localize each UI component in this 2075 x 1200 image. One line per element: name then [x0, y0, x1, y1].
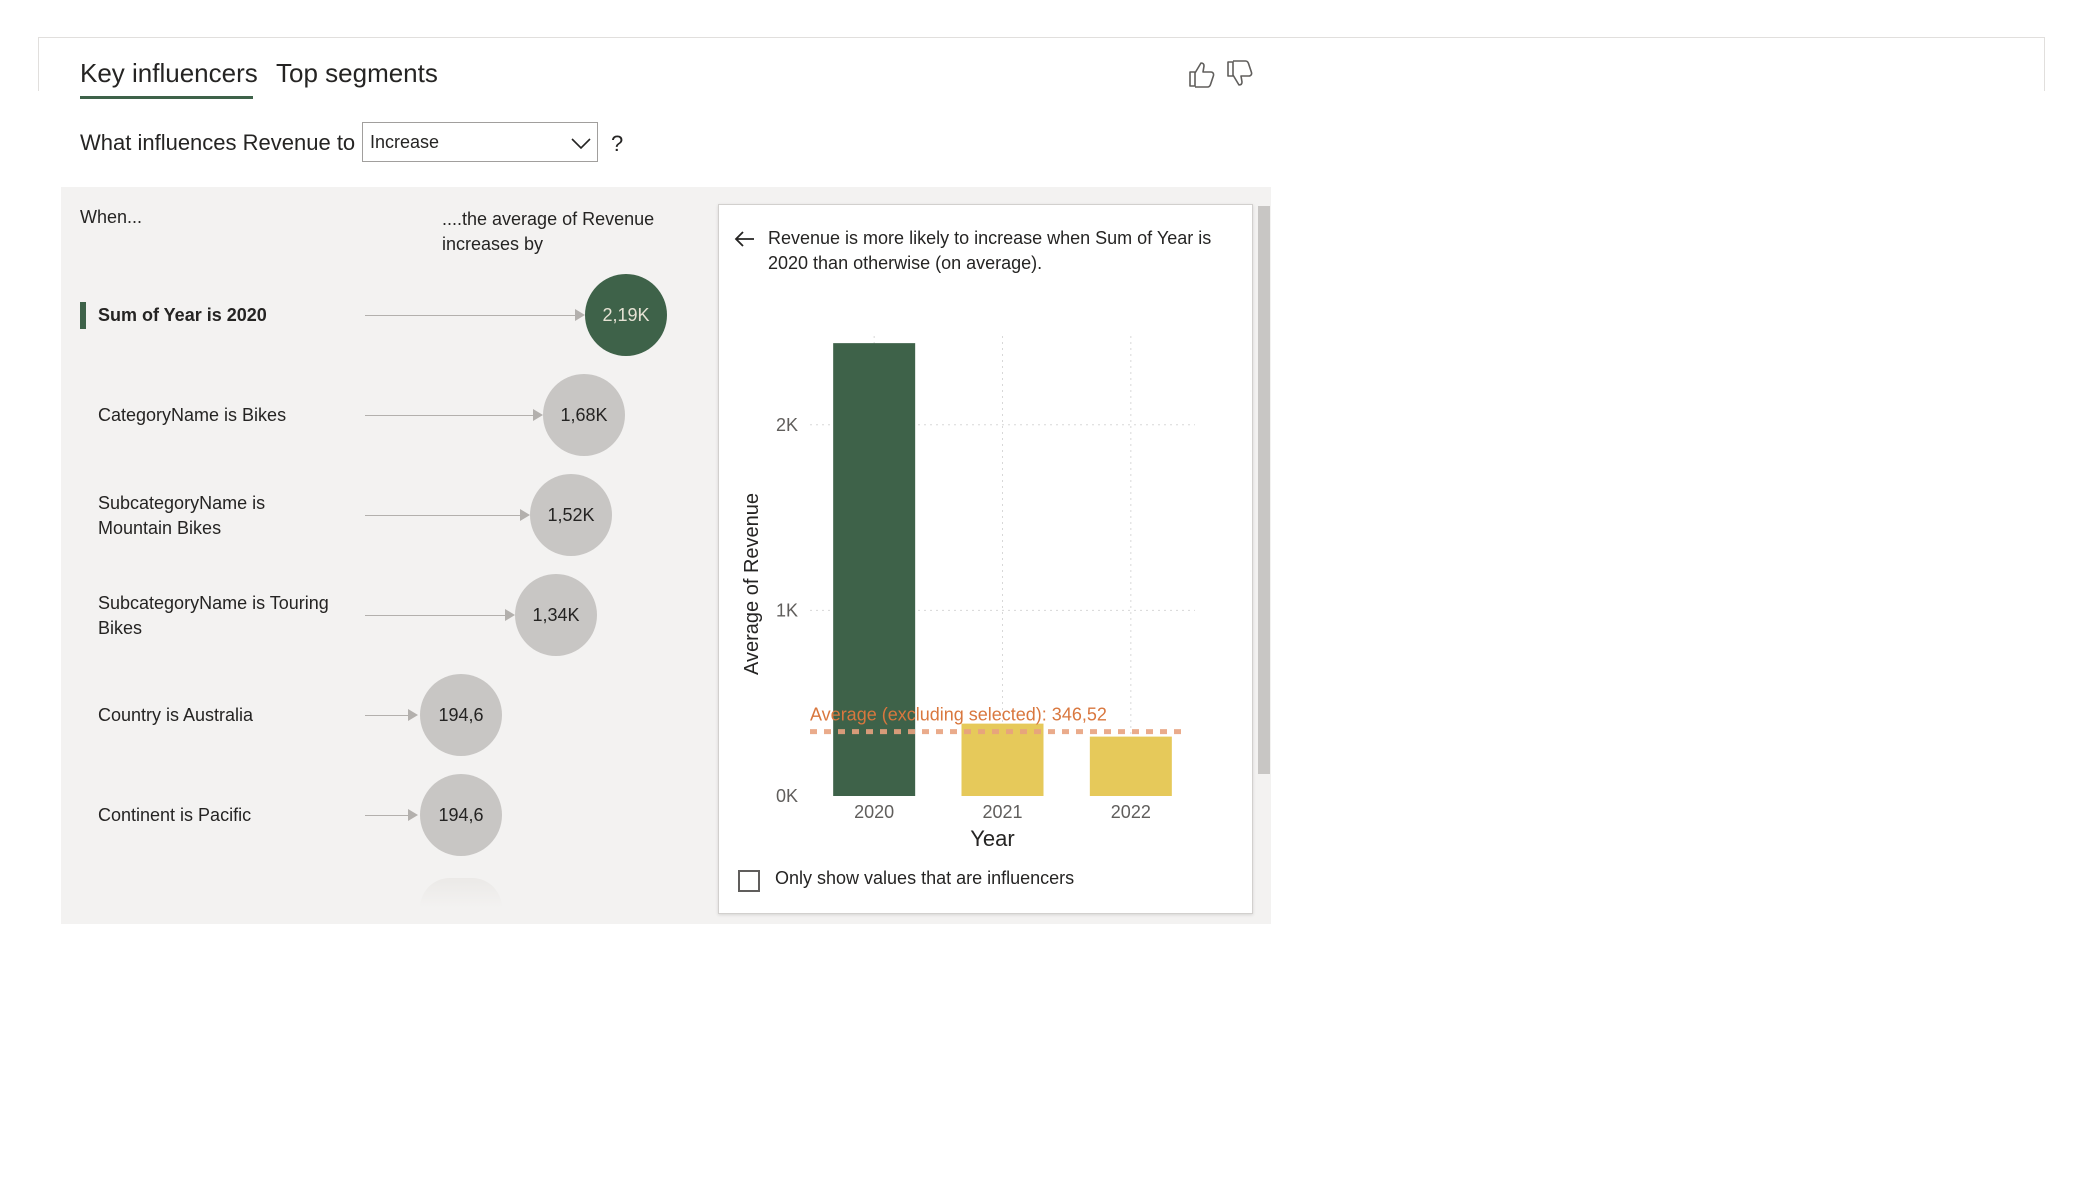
- active-tab-indicator: [80, 96, 253, 99]
- arrow-head-icon: [533, 409, 543, 421]
- y-axis-title: Average of Revenue: [741, 493, 763, 675]
- bar: [833, 343, 916, 796]
- bar: [1089, 736, 1172, 796]
- tab-key-influencers[interactable]: Key influencers: [80, 58, 258, 89]
- panel-scrollbar[interactable]: [1258, 206, 1270, 774]
- arrow-head-icon: [520, 509, 530, 521]
- question-mark: ?: [611, 131, 624, 156]
- influencer-bubble[interactable]: 1,34K: [515, 574, 597, 656]
- influencer-arrow: [365, 815, 408, 816]
- y-tick-label: 2K: [776, 415, 798, 435]
- tab-top-segments[interactable]: Top segments: [276, 58, 438, 89]
- influencers-only-checkbox[interactable]: [738, 870, 760, 892]
- influencer-label[interactable]: CategoryName is Bikes: [98, 403, 338, 428]
- arrow-head-icon: [408, 709, 418, 721]
- influencer-label[interactable]: SubcategoryName is Touring Bikes: [98, 591, 338, 641]
- selected-row-indicator: [80, 302, 86, 329]
- visual-frame-right: [2044, 37, 2045, 91]
- x-axis-title: Year: [970, 826, 1014, 851]
- column-header-average: ....the average of Revenue increases by: [442, 209, 655, 254]
- influencer-bubble[interactable]: 194,6: [420, 774, 502, 856]
- influencer-bubble[interactable]: 194,6: [420, 674, 502, 756]
- thumbs-up-icon[interactable]: [1186, 58, 1218, 90]
- influencer-bubble[interactable]: 1,68K: [543, 374, 625, 456]
- x-tick-label: 2022: [1111, 802, 1151, 822]
- x-tick-label: 2020: [854, 802, 894, 822]
- arrow-head-icon: [408, 809, 418, 821]
- detail-explanation: Revenue is more likely to increase when …: [768, 228, 1212, 273]
- y-tick-label: 0K: [776, 786, 798, 806]
- chevron-down-icon: [571, 138, 591, 150]
- back-arrow-icon[interactable]: [732, 226, 758, 252]
- arrow-head-icon: [505, 609, 515, 621]
- x-tick-label: 2021: [982, 802, 1022, 822]
- influencer-bubble[interactable]: 1,52K: [530, 474, 612, 556]
- y-tick-label: 1K: [776, 600, 798, 620]
- checkbox-label: Only show values that are influencers: [775, 868, 1075, 888]
- influencer-bubble[interactable]: 2,19K: [585, 274, 667, 356]
- column-header-when: When...: [80, 207, 143, 227]
- influencer-label[interactable]: Sum of Year is 2020: [98, 303, 338, 328]
- bar: [961, 723, 1044, 796]
- influencer-label[interactable]: Country is Australia: [98, 703, 338, 728]
- thumbs-down-icon[interactable]: [1224, 58, 1256, 90]
- influence-bar-chart: 0K 1K 2K 2020 2021 2022 Average (excluding sel…: [741, 336, 1195, 851]
- influencer-arrow: [365, 715, 408, 716]
- influencer-arrow: [365, 515, 528, 516]
- direction-dropdown[interactable]: Increase: [362, 122, 598, 162]
- influencer-arrow: [365, 315, 583, 316]
- visual-frame-top: [38, 37, 2045, 38]
- question-label: What influences Revenue to: [80, 130, 356, 155]
- influencer-label[interactable]: Continent is Pacific: [98, 803, 338, 828]
- influencer-arrow: [365, 415, 541, 416]
- average-line-label: Average (excluding selected): 346,52: [810, 705, 1107, 725]
- influencer-arrow: [365, 615, 513, 616]
- visual-frame-left: [38, 37, 39, 91]
- influencer-label[interactable]: SubcategoryName is Mountain Bikes: [98, 491, 338, 541]
- arrow-head-icon: [575, 309, 585, 321]
- dropdown-selected-value: Increase: [370, 132, 440, 152]
